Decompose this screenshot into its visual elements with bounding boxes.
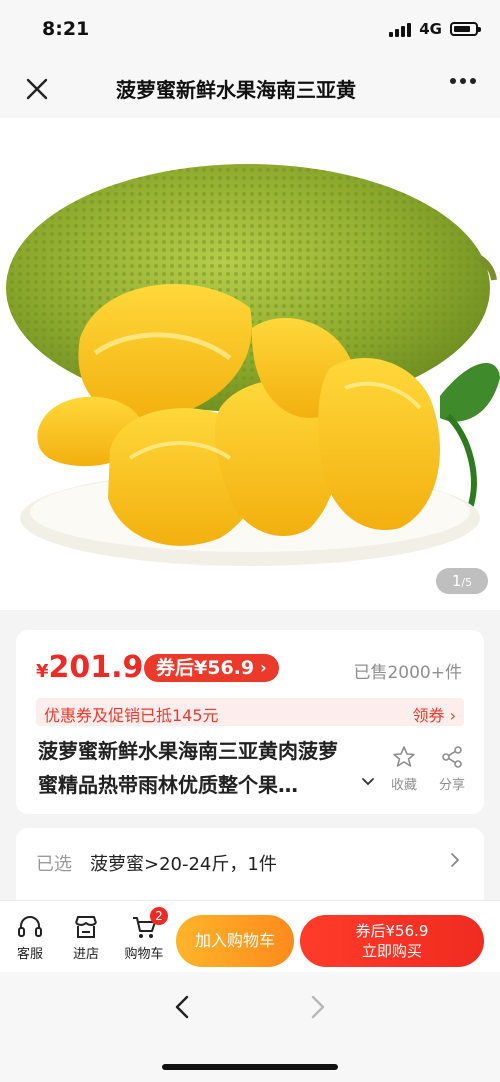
price-currency: ¥ bbox=[36, 661, 49, 682]
favorite-label: 收藏 bbox=[390, 778, 417, 793]
close-icon bbox=[26, 78, 48, 100]
get-coupon-link[interactable]: 领券 › bbox=[413, 702, 457, 726]
coupon-price-label: 券后¥56.9 bbox=[156, 657, 255, 679]
share-icon bbox=[442, 746, 462, 768]
store-label: 进店 bbox=[72, 947, 99, 962]
promo-bar[interactable]: 优惠券及促销已抵145元 领券 › bbox=[36, 698, 464, 726]
product-info-card: ¥201.9 券后¥56.9 › 已售2000+件 优惠券及促销已抵145元 领… bbox=[16, 630, 484, 814]
store-button[interactable]: 进店 bbox=[62, 913, 110, 962]
buy-coupon-price: 券后¥56.9 bbox=[355, 922, 429, 940]
product-title: 菠萝蜜新鲜水果海南三亚黄肉菠萝蜜精品热带雨林优质整个果… bbox=[38, 739, 338, 797]
promo-text: 优惠券及促销已抵145元 bbox=[44, 706, 219, 725]
forward-arrow-icon[interactable] bbox=[302, 992, 332, 1022]
price: ¥201.9 bbox=[36, 650, 143, 685]
coupon-price-button[interactable]: 券后¥56.9 › bbox=[144, 654, 279, 682]
jackfruit-image bbox=[0, 118, 500, 610]
headset-icon bbox=[18, 916, 42, 937]
close-button[interactable] bbox=[22, 74, 52, 104]
customer-service-button[interactable]: 客服 bbox=[6, 913, 54, 962]
status-indicators: 4G bbox=[389, 20, 481, 38]
share-button[interactable]: 分享 bbox=[432, 744, 472, 793]
pager-total: /5 bbox=[461, 576, 473, 589]
image-pager: 1/5 bbox=[436, 568, 488, 594]
chevron-right-icon bbox=[451, 853, 460, 867]
status-time: 8:21 bbox=[42, 18, 90, 40]
more-dot bbox=[460, 78, 466, 84]
price-value: 201.9 bbox=[48, 650, 144, 685]
status-bar: 8:21 4G bbox=[0, 0, 500, 60]
cart-label: 购物车 bbox=[124, 947, 164, 962]
cart-button[interactable]: 购物车 2 bbox=[120, 907, 168, 962]
more-dot bbox=[470, 78, 476, 84]
more-dot bbox=[450, 78, 456, 84]
product-image-carousel[interactable]: 1/5 bbox=[0, 118, 500, 610]
star-icon bbox=[393, 746, 415, 767]
share-label: 分享 bbox=[438, 778, 465, 793]
chevron-right-icon: › bbox=[260, 658, 267, 677]
page-title: 菠萝蜜新鲜水果海南三亚黄 bbox=[116, 78, 356, 102]
signal-icon bbox=[389, 21, 412, 37]
chevron-down-icon[interactable] bbox=[360, 774, 376, 790]
browser-toolbar bbox=[0, 972, 500, 1082]
network-label: 4G bbox=[419, 20, 442, 38]
add-to-cart-button[interactable]: 加入购物车 bbox=[176, 915, 294, 967]
favorite-button[interactable]: 收藏 bbox=[384, 744, 424, 793]
selected-label: 已选 bbox=[36, 854, 72, 875]
battery-icon bbox=[450, 22, 481, 36]
sold-count: 已售2000+件 bbox=[353, 663, 462, 683]
cart-count-badge: 2 bbox=[150, 907, 168, 925]
store-icon bbox=[75, 916, 97, 938]
buy-now-button[interactable]: 券后¥56.9 立即购买 bbox=[300, 915, 484, 967]
pager-current: 1 bbox=[451, 572, 462, 590]
bottom-action-bar: 客服 进店 购物车 2 加入购物车 券后¥56.9 立即购买 bbox=[0, 900, 500, 972]
buy-now-label: 立即购买 bbox=[361, 942, 422, 960]
home-indicator bbox=[162, 1064, 338, 1070]
customer-service-label: 客服 bbox=[16, 947, 43, 962]
more-button[interactable] bbox=[450, 78, 476, 84]
back-arrow-icon[interactable] bbox=[168, 992, 198, 1022]
nav-bar: 菠萝蜜新鲜水果海南三亚黄 bbox=[0, 60, 500, 118]
selected-value: 菠萝蜜>20-24斤，1件 bbox=[90, 854, 277, 875]
